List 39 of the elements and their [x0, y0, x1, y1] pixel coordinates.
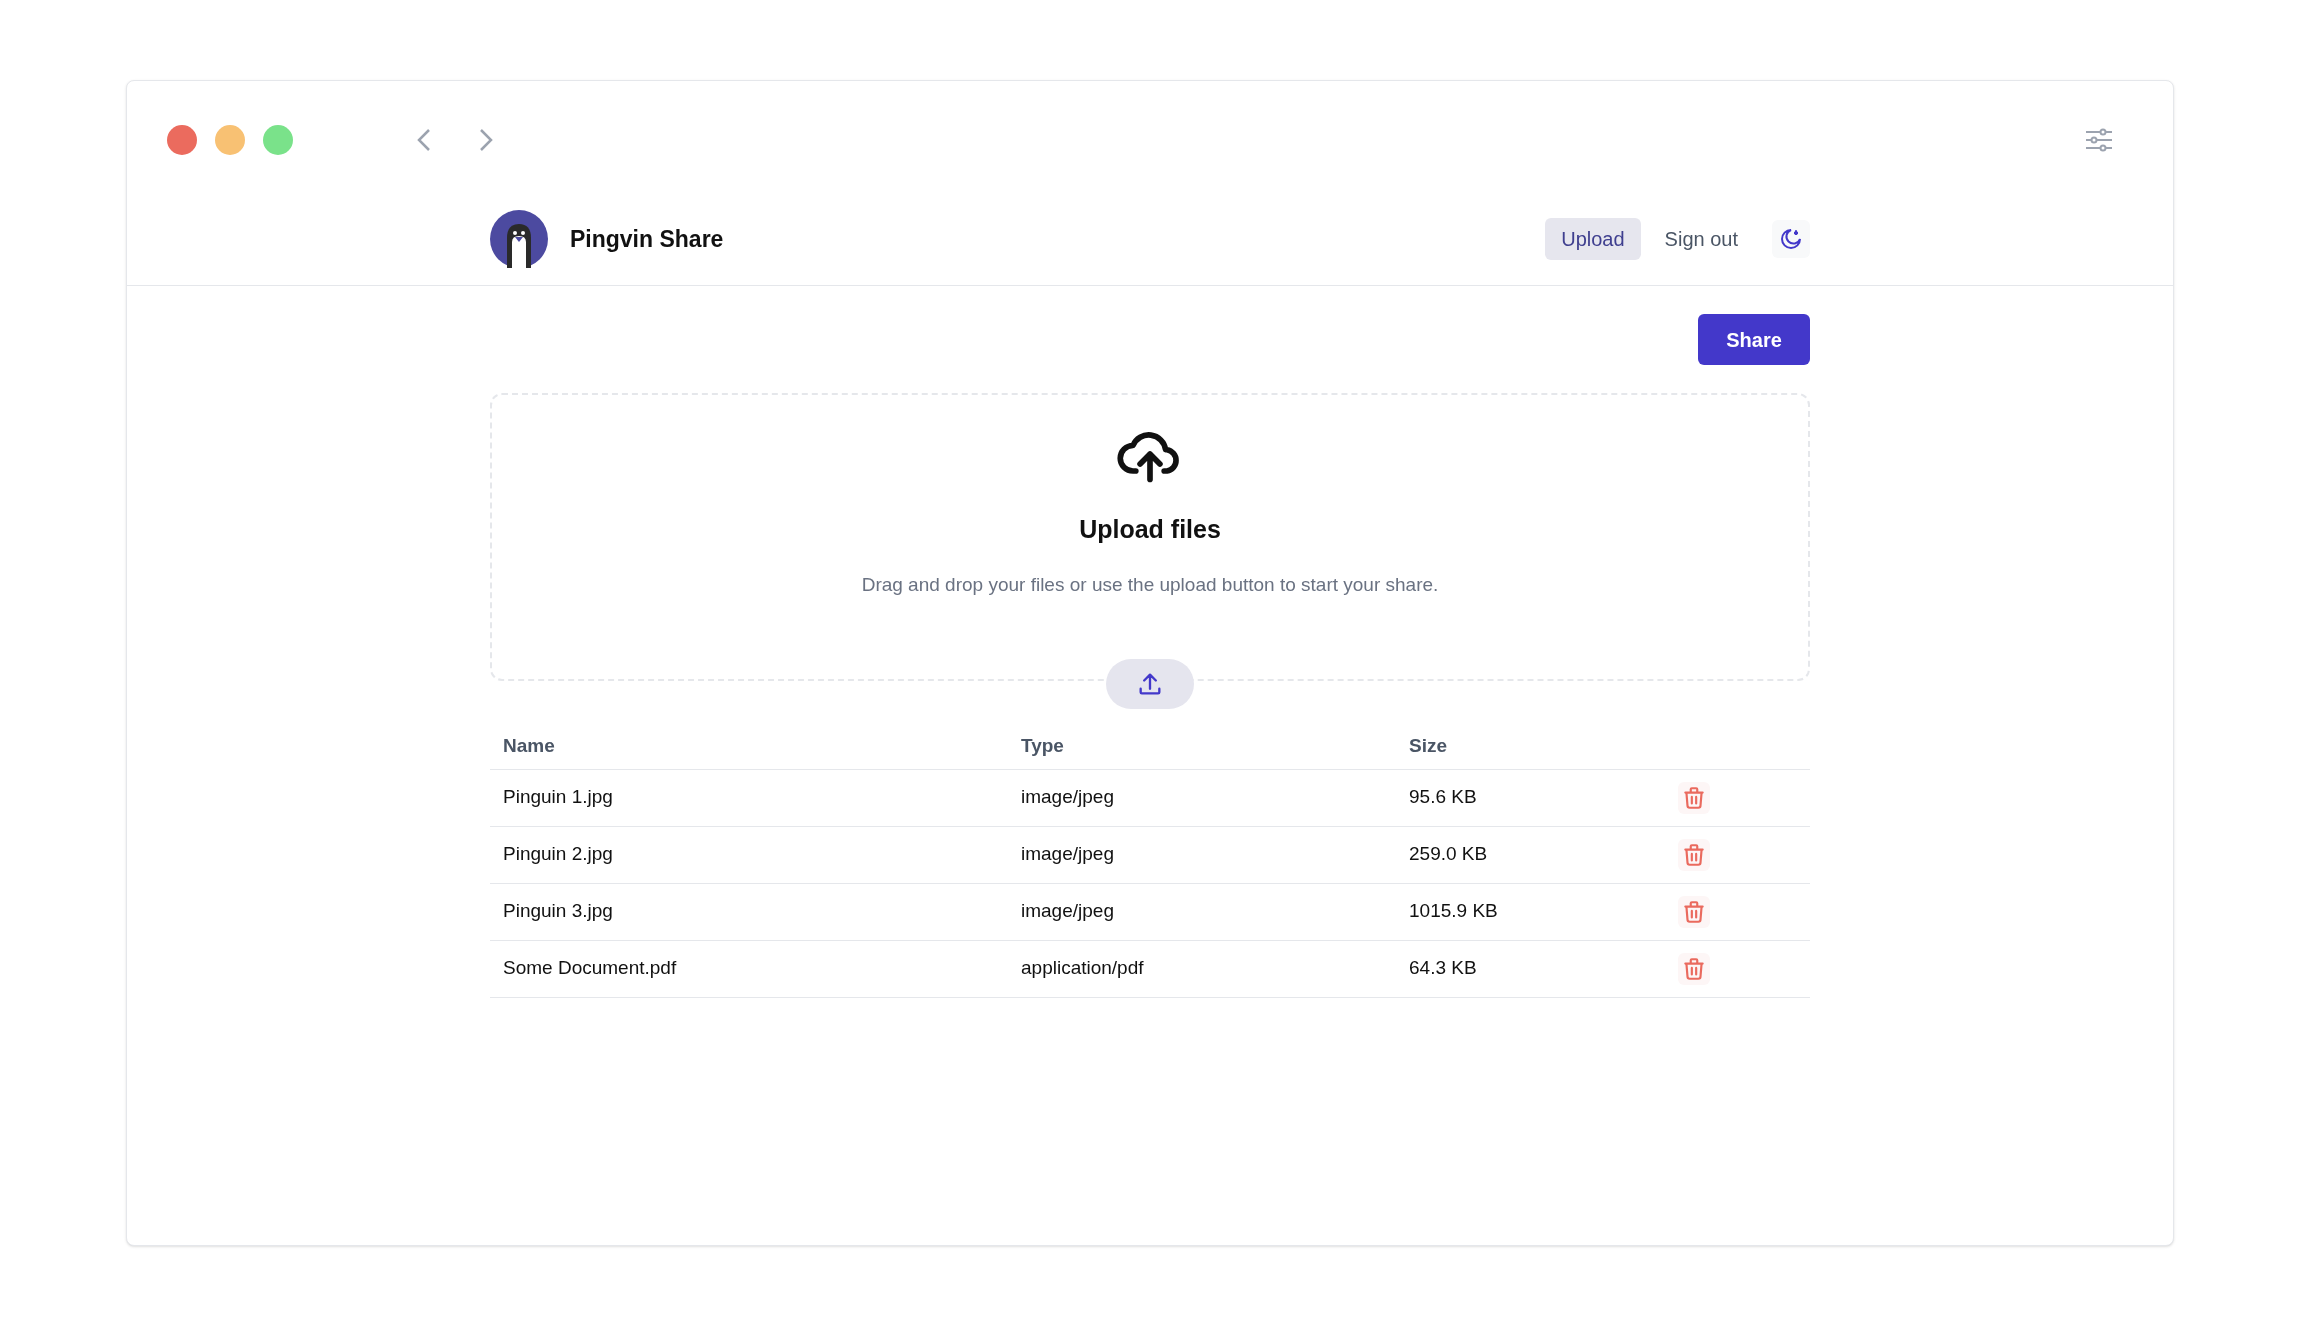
table-cell: 95.6 KB: [1396, 769, 1678, 826]
share-button[interactable]: Share: [1698, 314, 1810, 365]
table-cell: Some Document.pdf: [490, 940, 1008, 997]
trash-icon: [1681, 955, 1707, 982]
nav-link[interactable]: Sign out: [1648, 218, 1754, 260]
table-cell: Pinguin 3.jpg: [490, 883, 1008, 940]
nav-link[interactable]: Upload: [1545, 218, 1641, 260]
column-header: Name: [490, 723, 1008, 769]
moon-icon: [1779, 227, 1803, 251]
table-cell: 64.3 KB: [1396, 940, 1678, 997]
sliders-icon[interactable]: [2085, 128, 2113, 152]
trash-icon: [1681, 898, 1707, 925]
forward-icon[interactable]: [479, 128, 493, 152]
column-header: Size: [1396, 723, 1678, 769]
dropzone-title: Upload files: [1079, 514, 1221, 545]
app-title: Pingvin Share: [570, 224, 724, 254]
column-header: Type: [1008, 723, 1396, 769]
table-cell: Pinguin 1.jpg: [490, 769, 1008, 826]
table-cell: image/jpeg: [1008, 826, 1396, 883]
maximize-icon[interactable]: [263, 125, 293, 155]
close-icon[interactable]: [167, 125, 197, 155]
table-cell: Pinguin 2.jpg: [490, 826, 1008, 883]
trash-icon: [1681, 841, 1707, 868]
table-cell: application/pdf: [1008, 940, 1396, 997]
dark-mode-button[interactable]: [1772, 220, 1810, 258]
delete-button[interactable]: [1678, 781, 1710, 814]
delete-button[interactable]: [1678, 895, 1710, 928]
trash-icon: [1681, 784, 1707, 811]
table-cell: image/jpeg: [1008, 883, 1396, 940]
penguin-logo: [490, 210, 548, 268]
table-cell: 259.0 KB: [1396, 826, 1678, 883]
back-icon[interactable]: [417, 128, 431, 152]
upload-button[interactable]: [1106, 659, 1194, 709]
delete-button[interactable]: [1678, 952, 1710, 985]
dropzone-description: Drag and drop your files or use the upload button to start your share.: [861, 572, 1439, 597]
delete-button[interactable]: [1678, 838, 1710, 871]
minimize-icon[interactable]: [215, 125, 245, 155]
table-cell: 1015.9 KB: [1396, 883, 1678, 940]
table-cell: image/jpeg: [1008, 769, 1396, 826]
